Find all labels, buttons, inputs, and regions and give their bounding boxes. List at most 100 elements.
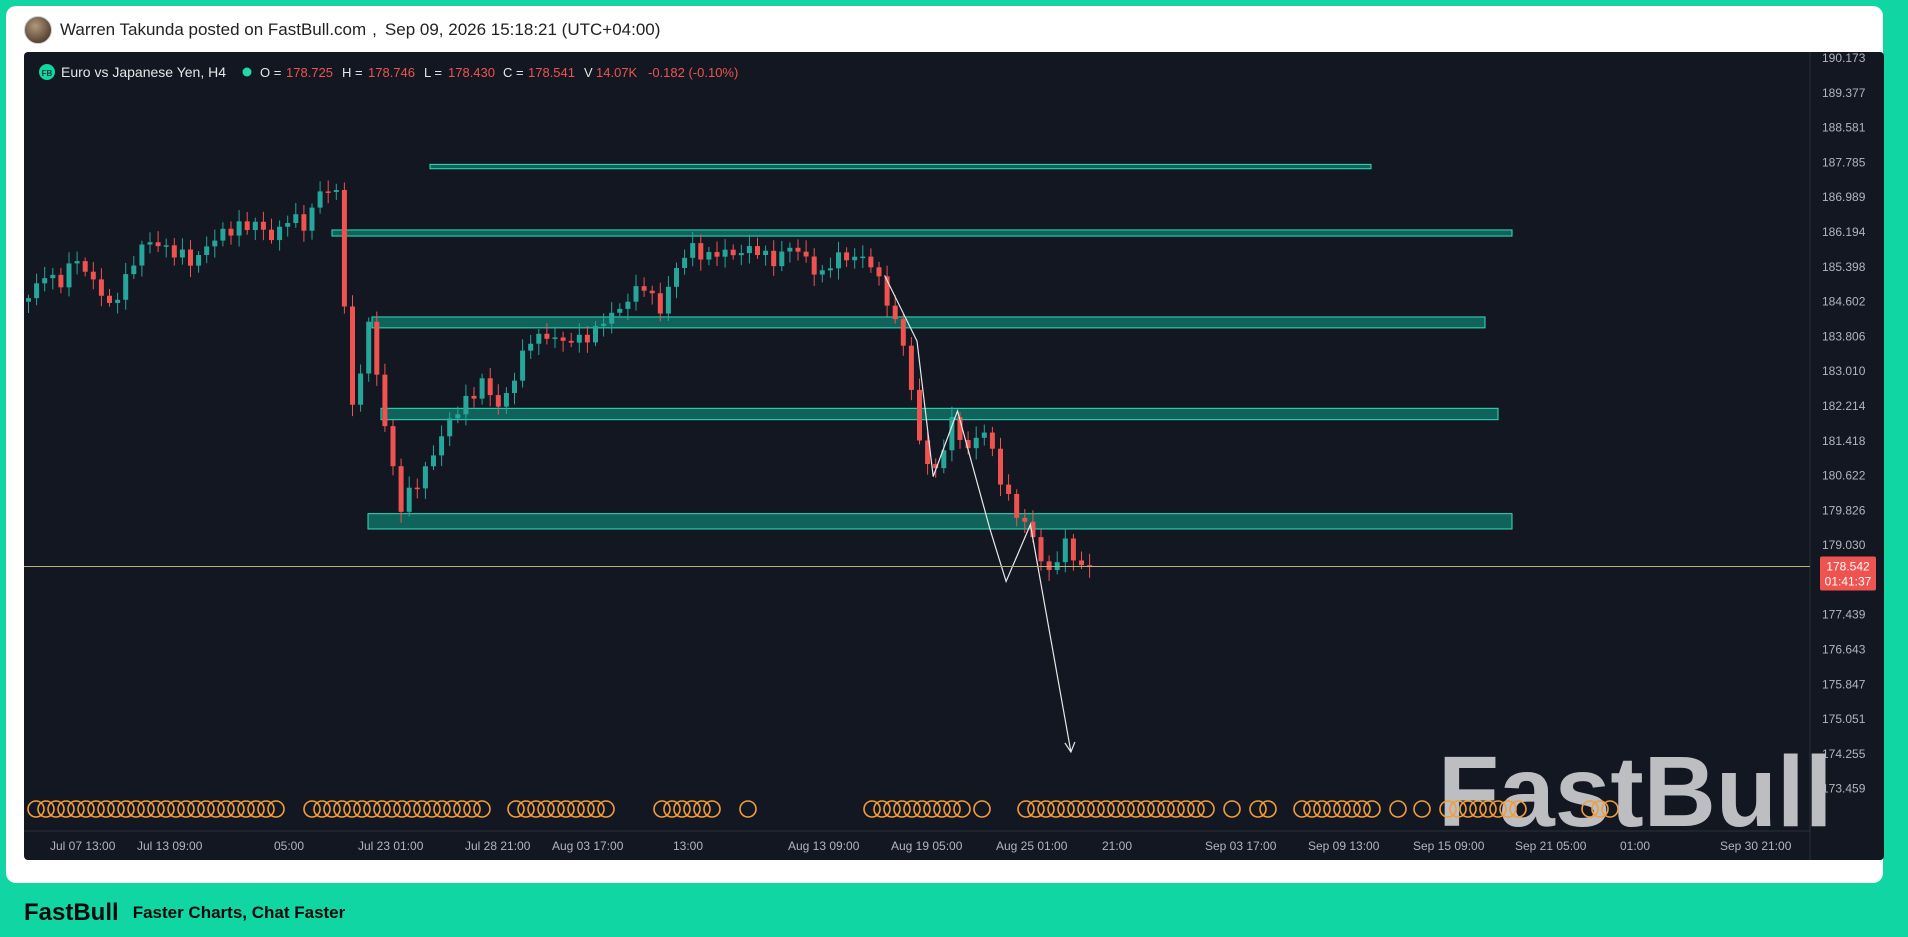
candle-body — [552, 337, 558, 339]
close-label: C = — [503, 65, 524, 80]
candle-body — [212, 240, 218, 247]
candle-body — [390, 426, 396, 467]
candle-body — [269, 229, 274, 241]
chart-container[interactable]: FastBull 190.173 189.377 188.581 187.785 186… — [24, 52, 1884, 860]
footer: FastBull Faster Charts, Chat Faster — [24, 898, 345, 928]
candle-body — [512, 380, 517, 394]
candle-body — [503, 393, 509, 407]
post-header: Warren Takunda posted on FastBull.com , … — [24, 16, 660, 44]
candle-body — [301, 214, 307, 231]
candle-body — [860, 256, 866, 259]
candle-body — [690, 243, 696, 258]
y-tick-label: 189.377 — [1822, 86, 1866, 100]
y-tick-label: 179.826 — [1822, 503, 1866, 517]
x-tick-label: Aug 03 17:00 — [552, 839, 624, 853]
candle-body — [657, 293, 663, 314]
y-tick-label: 174.255 — [1822, 747, 1866, 761]
candle-body — [228, 228, 234, 236]
candle-body — [171, 245, 177, 258]
sr-zone[interactable] — [429, 163, 1372, 170]
candle-body — [82, 261, 88, 272]
candle-body — [422, 466, 428, 489]
candle-body — [1006, 484, 1012, 494]
avatar[interactable] — [24, 16, 52, 44]
fb-badge-text: FB — [42, 69, 53, 78]
candle-body — [98, 279, 104, 296]
x-tick-label: Sep 21 05:00 — [1515, 839, 1587, 853]
candle-body — [698, 243, 704, 260]
candle-body — [196, 254, 202, 266]
x-tick-label: Jul 07 13:00 — [50, 839, 116, 853]
candle-body — [868, 256, 874, 268]
sr-zone[interactable] — [331, 229, 1513, 237]
candle-body — [844, 252, 850, 261]
candle-body — [836, 252, 841, 269]
x-tick-label: Aug 25 01:00 — [996, 839, 1068, 853]
x-tick-label: 05:00 — [274, 839, 304, 853]
candle-body — [431, 455, 436, 467]
y-tick-label: 186.989 — [1822, 190, 1866, 204]
candle-body — [763, 250, 769, 256]
x-tick-label: Jul 23 01:00 — [358, 839, 424, 853]
x-tick-label: Sep 09 13:00 — [1308, 839, 1380, 853]
candle-body — [260, 221, 266, 230]
candle-body — [665, 286, 671, 314]
post-datetime: Sep 09, 2026 15:18:21 (UTC+04:00) — [384, 20, 661, 39]
y-tick-label: 180.622 — [1822, 469, 1866, 483]
author-line[interactable]: Warren Takunda posted on FastBull.com — [60, 20, 366, 40]
candle-body — [738, 253, 744, 256]
volume-label: V — [584, 65, 593, 80]
symbol-name[interactable]: Euro vs Japanese Yen, H4 — [61, 64, 226, 80]
candle-body — [641, 286, 647, 291]
candle-body — [90, 271, 96, 280]
sr-zone[interactable] — [367, 513, 1513, 530]
candle-body — [58, 274, 64, 288]
candle-body — [536, 333, 542, 344]
candle-body — [179, 249, 185, 258]
candlestick-chart[interactable]: FastBull 190.173 189.377 188.581 187.785 186… — [24, 52, 1884, 860]
header-separator: , — [372, 20, 377, 39]
sr-zone[interactable] — [371, 316, 1486, 329]
candle-body — [989, 432, 995, 449]
candle-body — [576, 334, 582, 343]
open-value: 178.725 — [286, 65, 333, 80]
candle-body — [560, 337, 566, 341]
footer-tagline: Faster Charts, Chat Faster — [132, 903, 346, 922]
candle-body — [277, 226, 283, 241]
x-tick-label: 21:00 — [1102, 839, 1132, 853]
watermark-text: FastBull — [1438, 736, 1832, 848]
candle-body — [139, 244, 145, 266]
candle-body — [633, 286, 639, 302]
candle-body — [601, 323, 607, 326]
candle-body — [722, 249, 728, 257]
change-value: -0.182 (-0.10%) — [648, 65, 738, 80]
y-tick-label: 175.051 — [1822, 712, 1866, 726]
y-tick-label: 186.194 — [1822, 225, 1866, 239]
candle-body — [406, 487, 412, 512]
chart-legend: FB Euro vs Japanese Yen, H4 O = 178.725 … — [39, 64, 738, 80]
low-value: 178.430 — [448, 65, 495, 80]
candle-body — [236, 221, 242, 236]
candle-body — [787, 247, 793, 252]
candle-body — [107, 295, 112, 303]
candle-body — [252, 221, 258, 231]
candle-body — [366, 321, 372, 374]
candle-body — [487, 378, 493, 396]
candle-body — [309, 207, 315, 231]
candle-body — [528, 343, 534, 351]
y-tick-label: 181.418 — [1822, 434, 1866, 448]
x-tick-label: Sep 03 17:00 — [1205, 839, 1277, 853]
candle-body — [131, 265, 137, 275]
x-tick-label: Jul 28 21:00 — [465, 839, 531, 853]
y-tick-label: 187.785 — [1822, 155, 1866, 169]
price-tag-value: 178.542 — [1826, 559, 1870, 573]
candle-body — [285, 223, 291, 227]
y-tick-label: 179.030 — [1822, 538, 1866, 552]
sr-zone[interactable] — [380, 407, 1499, 421]
candle-body — [50, 274, 56, 279]
candle-body — [819, 270, 825, 275]
y-tick-label: 182.214 — [1822, 399, 1866, 413]
candle-body — [455, 414, 461, 419]
footer-brand[interactable]: FastBull — [24, 899, 119, 927]
x-tick-label: Aug 13 09:00 — [788, 839, 860, 853]
